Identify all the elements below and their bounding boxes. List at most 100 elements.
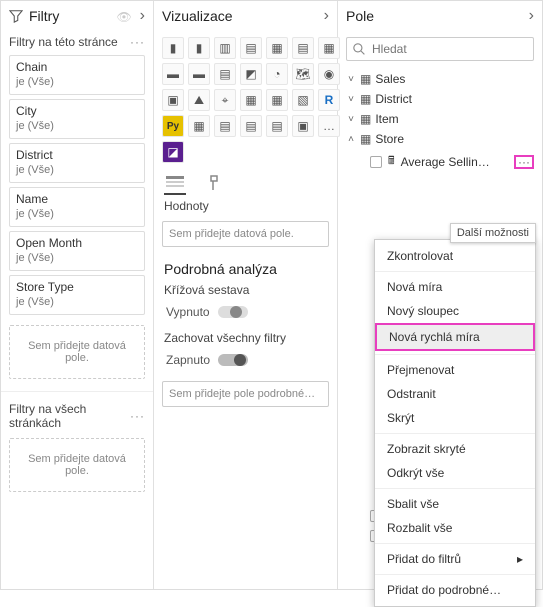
context-menu-item[interactable]: Nový sloupec [375, 299, 535, 323]
menu-item-label: Přejmenovat [387, 363, 454, 377]
table-row[interactable]: ˄ ▦ Store [342, 129, 538, 149]
search-input[interactable] [372, 42, 527, 56]
menu-item-label: Přidat do filtrů [387, 552, 461, 566]
keep-filters-toggle[interactable] [218, 354, 248, 366]
context-menu-item[interactable]: Přidat do podrobné… [375, 578, 535, 602]
chevron-down-icon: ˄ [346, 134, 356, 145]
context-menu-item[interactable]: Odkrýt vše [375, 461, 535, 485]
viz-type-icon[interactable]: ▣ [162, 89, 184, 111]
context-menu-item[interactable]: Nová míra [375, 275, 535, 299]
filter-name: Store Type [16, 280, 138, 294]
filters-pane: Filtry Filtry na této stránce ··· Chainj… [1, 1, 154, 589]
keep-filters-toggle-row: Zapnuto [154, 349, 337, 371]
context-menu-item[interactable]: Sbalit vše [375, 492, 535, 516]
viz-type-icon[interactable]: ▬ [188, 63, 210, 85]
chevron-down-icon: ˅ [346, 94, 356, 105]
menu-item-label: Nová míra [387, 280, 442, 294]
filter-card[interactable]: Nameje (Vše) [9, 187, 145, 227]
table-row[interactable]: ˅▦District [342, 89, 538, 109]
viz-type-icon[interactable]: ▧ [292, 89, 314, 111]
eye-icon[interactable] [116, 8, 131, 24]
viz-type-icon[interactable]: ▦ [266, 37, 288, 59]
viz-type-icon[interactable]: ▤ [240, 37, 262, 59]
table-name: District [375, 92, 412, 106]
field-row[interactable]: Average Sellin…··· [342, 149, 538, 174]
viz-type-icon[interactable]: ◩ [240, 63, 262, 85]
viz-type-icon[interactable]: ▦ [318, 37, 340, 59]
table-name: Store [375, 132, 404, 146]
table-name: Item [375, 112, 398, 126]
viz-type-icon[interactable]: ▮ [162, 37, 184, 59]
viz-type-icon[interactable]: ▤ [240, 115, 262, 137]
viz-type-icon[interactable]: ▤ [266, 115, 288, 137]
keep-filters-label: Zachovat všechny filtry [154, 323, 337, 349]
viz-icon-grid: ▮▮▥▤▦▤▦▬▬▤◩◔🗺◉▣⛰⌖▦▦▧RPy▦▤▤▤▣…◪ [154, 31, 337, 169]
viz-type-icon[interactable]: ▮ [188, 37, 210, 59]
page-filters-drop[interactable]: Sem přidejte datová pole. [9, 325, 145, 379]
collapse-viz-icon[interactable] [324, 7, 329, 25]
table-row[interactable]: ˅▦Item [342, 109, 538, 129]
viz-type-icon[interactable]: ▤ [214, 63, 236, 85]
menu-item-label: Rozbalit vše [387, 521, 452, 535]
viz-type-icon[interactable]: ▦ [266, 89, 288, 111]
filters-title: Filtry [29, 8, 116, 24]
values-well[interactable]: Sem přidejte datová pole. [162, 221, 329, 247]
viz-type-icon[interactable]: ⛰ [188, 89, 210, 111]
viz-type-icon[interactable]: ▤ [292, 37, 314, 59]
viz-type-icon[interactable]: ◉ [318, 63, 340, 85]
table-row[interactable]: ˅▦Sales [342, 69, 538, 89]
filter-card[interactable]: Districtje (Vše) [9, 143, 145, 183]
viz-type-icon[interactable]: ▬ [162, 63, 184, 85]
menu-item-label: Sbalit vše [387, 497, 439, 511]
viz-type-icon[interactable]: ◪ [162, 141, 184, 163]
viz-type-icon[interactable]: ▣ [292, 115, 314, 137]
field-checkbox[interactable] [370, 156, 382, 168]
toggle-on-label: Zapnuto [166, 353, 210, 367]
menu-item-label: Zkontrolovat [387, 249, 453, 263]
chevron-down-icon: ˅ [346, 74, 356, 85]
cross-report-toggle[interactable] [218, 306, 248, 318]
viz-type-icon[interactable]: 🗺 [292, 63, 314, 85]
filter-card[interactable]: Store Typeje (Vše) [9, 275, 145, 315]
filter-card[interactable]: Open Monthje (Vše) [9, 231, 145, 271]
viz-type-icon[interactable]: ▦ [188, 115, 210, 137]
viz-type-icon[interactable]: Py [162, 115, 184, 137]
viz-type-icon[interactable]: ⌖ [214, 89, 236, 111]
context-menu-item[interactable]: Zobrazit skryté [375, 437, 535, 461]
drill-fields-well[interactable]: Sem přidejte pole podrobné… [162, 381, 329, 407]
filter-value: je (Vše) [16, 120, 138, 132]
page-filters-more-icon[interactable]: ··· [130, 35, 145, 49]
table-icon: ▦ [360, 132, 371, 146]
fields-tab[interactable] [164, 173, 186, 195]
context-menu-item[interactable]: Rozbalit vše [375, 516, 535, 540]
viz-type-icon[interactable]: R [318, 89, 340, 111]
collapse-fields-icon[interactable] [529, 7, 534, 25]
filter-card[interactable]: Cityje (Vše) [9, 99, 145, 139]
viz-type-icon[interactable]: ▥ [214, 37, 236, 59]
collapse-filters-icon[interactable] [140, 7, 145, 25]
filter-card[interactable]: Chainje (Vše) [9, 55, 145, 95]
context-menu-item[interactable]: Skrýt [375, 406, 535, 430]
table-icon: ▦ [360, 72, 371, 86]
all-pages-more-icon[interactable]: ··· [130, 409, 145, 423]
fields-search[interactable] [346, 37, 534, 61]
page-filters-label: Filtry na této stránce ··· [1, 31, 153, 51]
viz-type-icon[interactable]: … [318, 115, 340, 137]
viz-type-icon[interactable]: ◔ [266, 63, 288, 85]
viz-header: Vizualizace [154, 1, 337, 31]
viz-type-icon[interactable]: ▤ [214, 115, 236, 137]
funnel-icon [9, 9, 23, 23]
context-menu-item[interactable]: Nová rychlá míra [375, 323, 535, 351]
context-menu-item[interactable]: Zkontrolovat [375, 244, 535, 268]
menu-item-label: Zobrazit skryté [387, 442, 466, 456]
viz-type-icon[interactable]: ▦ [240, 89, 262, 111]
format-tab[interactable] [204, 173, 226, 195]
context-menu-item[interactable]: Odstranit [375, 382, 535, 406]
context-menu-item[interactable]: Přejmenovat [375, 358, 535, 382]
menu-separator [375, 488, 535, 489]
context-menu-item[interactable]: Přidat do filtrů▸ [375, 547, 535, 571]
filter-name: Name [16, 192, 138, 206]
filter-value: je (Vše) [16, 252, 138, 264]
all-pages-filters-drop[interactable]: Sem přidejte datová pole. [9, 438, 145, 492]
field-more-button[interactable]: ··· [514, 155, 534, 169]
